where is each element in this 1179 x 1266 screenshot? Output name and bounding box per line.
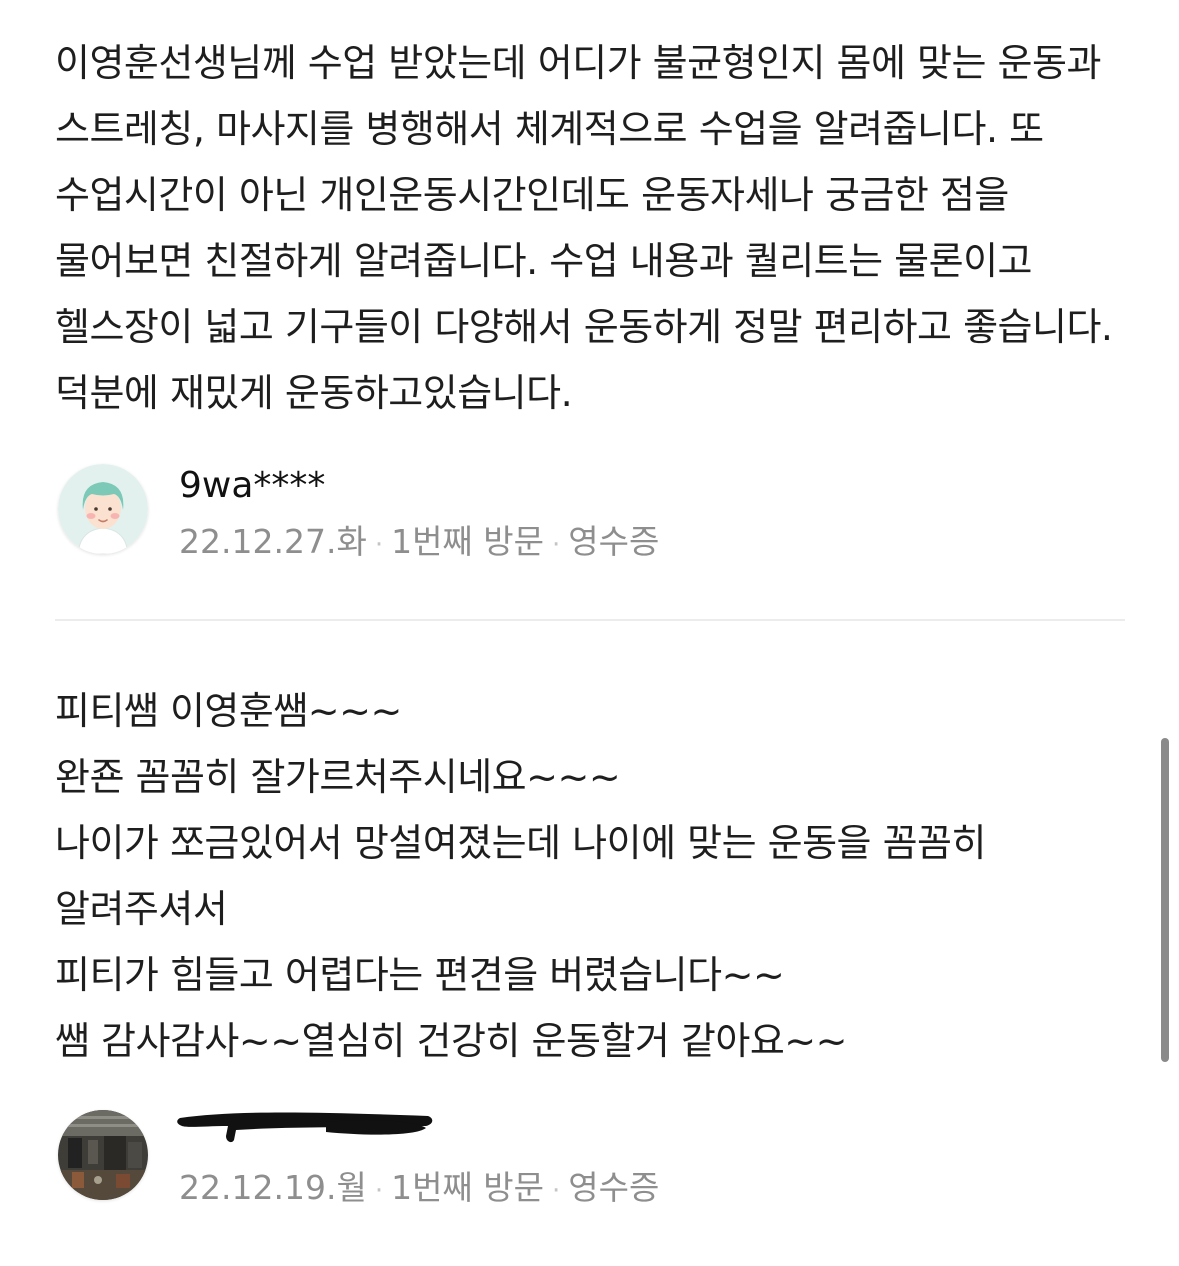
review-text: 피티쌤 이영훈쌤~~~ 완죤 꼼꼼히 잘가르처주시네요~~~ 나이가 쪼금있어서… [55,689,986,1063]
scrollbar[interactable] [1161,738,1169,1062]
avatar[interactable] [58,464,148,554]
review-divider [55,619,1125,621]
verification-label: 영수증 [568,1168,660,1207]
separator-dot: · [374,530,384,560]
visit-count: 1번째 방문 [391,1168,545,1207]
visit-count: 1번째 방문 [391,522,545,561]
avatar[interactable] [58,1110,148,1200]
review-date: 22.12.27.화 [179,522,367,561]
photo-avatar-icon [58,1110,148,1200]
separator-dot: · [374,1176,384,1206]
default-profile-icon [58,464,148,554]
review-date: 22.12.19.월 [179,1168,367,1207]
review-meta: 22.12.27.화 · 1번째 방문 · 영수증 [179,520,659,567]
review-text: 이영훈선생님께 수업 받았는데 어디가 불균형인지 몸에 맞는 운동과 스트레칭… [55,41,1125,415]
redacted-nickname [177,1112,433,1143]
verification-label: 영수증 [568,522,660,561]
review-meta: 22.12.19.월 · 1번째 방문 · 영수증 [179,1166,659,1213]
separator-dot: · [552,1176,561,1206]
separator-dot: · [552,530,561,560]
author-nickname[interactable]: 9wa**** [179,464,325,508]
